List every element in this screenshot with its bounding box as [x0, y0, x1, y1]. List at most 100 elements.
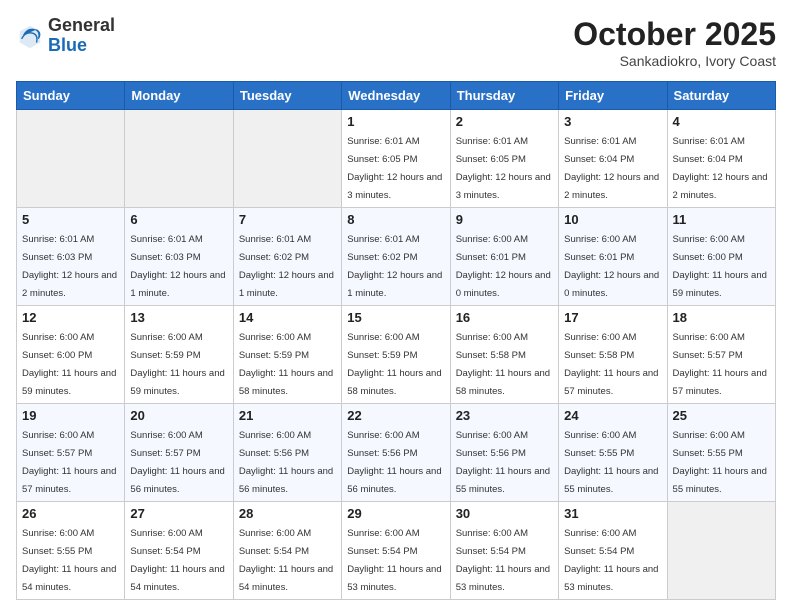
calendar-cell: 24 Sunrise: 6:00 AMSunset: 5:55 PMDaylig…: [559, 404, 667, 502]
day-info: Sunrise: 6:00 AMSunset: 5:56 PMDaylight:…: [239, 430, 333, 495]
day-info: Sunrise: 6:00 AMSunset: 5:59 PMDaylight:…: [347, 332, 441, 397]
weekday-header-thursday: Thursday: [450, 82, 558, 110]
weekday-header-friday: Friday: [559, 82, 667, 110]
day-info: Sunrise: 6:00 AMSunset: 5:54 PMDaylight:…: [239, 528, 333, 593]
day-number: 3: [564, 114, 661, 129]
calendar-cell: 7 Sunrise: 6:01 AMSunset: 6:02 PMDayligh…: [233, 208, 341, 306]
day-number: 6: [130, 212, 227, 227]
calendar-cell: 21 Sunrise: 6:00 AMSunset: 5:56 PMDaylig…: [233, 404, 341, 502]
day-number: 30: [456, 506, 553, 521]
calendar-cell: 27 Sunrise: 6:00 AMSunset: 5:54 PMDaylig…: [125, 502, 233, 600]
day-info: Sunrise: 6:00 AMSunset: 5:56 PMDaylight:…: [456, 430, 550, 495]
day-number: 29: [347, 506, 444, 521]
calendar-cell: 23 Sunrise: 6:00 AMSunset: 5:56 PMDaylig…: [450, 404, 558, 502]
calendar-cell: 25 Sunrise: 6:00 AMSunset: 5:55 PMDaylig…: [667, 404, 775, 502]
day-number: 18: [673, 310, 770, 325]
weekday-header-saturday: Saturday: [667, 82, 775, 110]
calendar-cell: 12 Sunrise: 6:00 AMSunset: 6:00 PMDaylig…: [17, 306, 125, 404]
calendar-cell: [667, 502, 775, 600]
location-subtitle: Sankadiokro, Ivory Coast: [573, 53, 776, 69]
calendar-cell: 15 Sunrise: 6:00 AMSunset: 5:59 PMDaylig…: [342, 306, 450, 404]
day-info: Sunrise: 6:01 AMSunset: 6:03 PMDaylight:…: [130, 234, 225, 299]
day-number: 20: [130, 408, 227, 423]
day-info: Sunrise: 6:00 AMSunset: 6:01 PMDaylight:…: [564, 234, 659, 299]
day-number: 1: [347, 114, 444, 129]
day-info: Sunrise: 6:00 AMSunset: 5:56 PMDaylight:…: [347, 430, 441, 495]
day-info: Sunrise: 6:00 AMSunset: 5:54 PMDaylight:…: [130, 528, 224, 593]
day-number: 25: [673, 408, 770, 423]
calendar-cell: 11 Sunrise: 6:00 AMSunset: 6:00 PMDaylig…: [667, 208, 775, 306]
day-info: Sunrise: 6:00 AMSunset: 5:58 PMDaylight:…: [456, 332, 550, 397]
week-row-5: 26 Sunrise: 6:00 AMSunset: 5:55 PMDaylig…: [17, 502, 776, 600]
day-info: Sunrise: 6:00 AMSunset: 5:55 PMDaylight:…: [564, 430, 658, 495]
calendar-cell: 18 Sunrise: 6:00 AMSunset: 5:57 PMDaylig…: [667, 306, 775, 404]
day-number: 9: [456, 212, 553, 227]
calendar-cell: 17 Sunrise: 6:00 AMSunset: 5:58 PMDaylig…: [559, 306, 667, 404]
day-number: 28: [239, 506, 336, 521]
day-number: 12: [22, 310, 119, 325]
day-number: 31: [564, 506, 661, 521]
week-row-4: 19 Sunrise: 6:00 AMSunset: 5:57 PMDaylig…: [17, 404, 776, 502]
calendar-cell: 28 Sunrise: 6:00 AMSunset: 5:54 PMDaylig…: [233, 502, 341, 600]
calendar-cell: [233, 110, 341, 208]
day-number: 10: [564, 212, 661, 227]
day-info: Sunrise: 6:01 AMSunset: 6:05 PMDaylight:…: [347, 136, 442, 201]
weekday-header-monday: Monday: [125, 82, 233, 110]
calendar-cell: 19 Sunrise: 6:00 AMSunset: 5:57 PMDaylig…: [17, 404, 125, 502]
weekday-header-sunday: Sunday: [17, 82, 125, 110]
week-row-1: 1 Sunrise: 6:01 AMSunset: 6:05 PMDayligh…: [17, 110, 776, 208]
logo-blue: Blue: [48, 36, 115, 56]
day-number: 2: [456, 114, 553, 129]
day-number: 26: [22, 506, 119, 521]
day-number: 14: [239, 310, 336, 325]
day-info: Sunrise: 6:00 AMSunset: 5:59 PMDaylight:…: [239, 332, 333, 397]
calendar-cell: 5 Sunrise: 6:01 AMSunset: 6:03 PMDayligh…: [17, 208, 125, 306]
week-row-2: 5 Sunrise: 6:01 AMSunset: 6:03 PMDayligh…: [17, 208, 776, 306]
weekday-header-row: SundayMondayTuesdayWednesdayThursdayFrid…: [17, 82, 776, 110]
calendar-cell: 13 Sunrise: 6:00 AMSunset: 5:59 PMDaylig…: [125, 306, 233, 404]
day-info: Sunrise: 6:00 AMSunset: 5:59 PMDaylight:…: [130, 332, 224, 397]
calendar-cell: 1 Sunrise: 6:01 AMSunset: 6:05 PMDayligh…: [342, 110, 450, 208]
day-number: 8: [347, 212, 444, 227]
day-number: 11: [673, 212, 770, 227]
calendar-cell: 10 Sunrise: 6:00 AMSunset: 6:01 PMDaylig…: [559, 208, 667, 306]
day-info: Sunrise: 6:01 AMSunset: 6:02 PMDaylight:…: [239, 234, 334, 299]
day-info: Sunrise: 6:00 AMSunset: 6:01 PMDaylight:…: [456, 234, 551, 299]
calendar-cell: [125, 110, 233, 208]
calendar-cell: [17, 110, 125, 208]
day-info: Sunrise: 6:00 AMSunset: 5:58 PMDaylight:…: [564, 332, 658, 397]
calendar-cell: 8 Sunrise: 6:01 AMSunset: 6:02 PMDayligh…: [342, 208, 450, 306]
logo-icon: [16, 22, 44, 50]
calendar-cell: 2 Sunrise: 6:01 AMSunset: 6:05 PMDayligh…: [450, 110, 558, 208]
calendar-cell: 26 Sunrise: 6:00 AMSunset: 5:55 PMDaylig…: [17, 502, 125, 600]
header: General Blue October 2025 Sankadiokro, I…: [16, 16, 776, 69]
day-info: Sunrise: 6:00 AMSunset: 6:00 PMDaylight:…: [673, 234, 767, 299]
day-info: Sunrise: 6:00 AMSunset: 5:57 PMDaylight:…: [673, 332, 767, 397]
calendar-cell: 31 Sunrise: 6:00 AMSunset: 5:54 PMDaylig…: [559, 502, 667, 600]
title-area: October 2025 Sankadiokro, Ivory Coast: [573, 16, 776, 69]
day-info: Sunrise: 6:01 AMSunset: 6:05 PMDaylight:…: [456, 136, 551, 201]
day-number: 7: [239, 212, 336, 227]
calendar-cell: 30 Sunrise: 6:00 AMSunset: 5:54 PMDaylig…: [450, 502, 558, 600]
calendar-cell: 16 Sunrise: 6:00 AMSunset: 5:58 PMDaylig…: [450, 306, 558, 404]
day-number: 13: [130, 310, 227, 325]
calendar-cell: 22 Sunrise: 6:00 AMSunset: 5:56 PMDaylig…: [342, 404, 450, 502]
day-info: Sunrise: 6:00 AMSunset: 5:55 PMDaylight:…: [673, 430, 767, 495]
day-info: Sunrise: 6:00 AMSunset: 6:00 PMDaylight:…: [22, 332, 116, 397]
day-number: 16: [456, 310, 553, 325]
day-info: Sunrise: 6:00 AMSunset: 5:57 PMDaylight:…: [22, 430, 116, 495]
day-info: Sunrise: 6:00 AMSunset: 5:57 PMDaylight:…: [130, 430, 224, 495]
calendar-table: SundayMondayTuesdayWednesdayThursdayFrid…: [16, 81, 776, 600]
weekday-header-wednesday: Wednesday: [342, 82, 450, 110]
day-number: 24: [564, 408, 661, 423]
day-info: Sunrise: 6:01 AMSunset: 6:04 PMDaylight:…: [564, 136, 659, 201]
weekday-header-tuesday: Tuesday: [233, 82, 341, 110]
day-number: 27: [130, 506, 227, 521]
week-row-3: 12 Sunrise: 6:00 AMSunset: 6:00 PMDaylig…: [17, 306, 776, 404]
day-info: Sunrise: 6:00 AMSunset: 5:55 PMDaylight:…: [22, 528, 116, 593]
calendar-cell: 29 Sunrise: 6:00 AMSunset: 5:54 PMDaylig…: [342, 502, 450, 600]
day-info: Sunrise: 6:00 AMSunset: 5:54 PMDaylight:…: [347, 528, 441, 593]
day-number: 19: [22, 408, 119, 423]
day-number: 5: [22, 212, 119, 227]
day-number: 21: [239, 408, 336, 423]
